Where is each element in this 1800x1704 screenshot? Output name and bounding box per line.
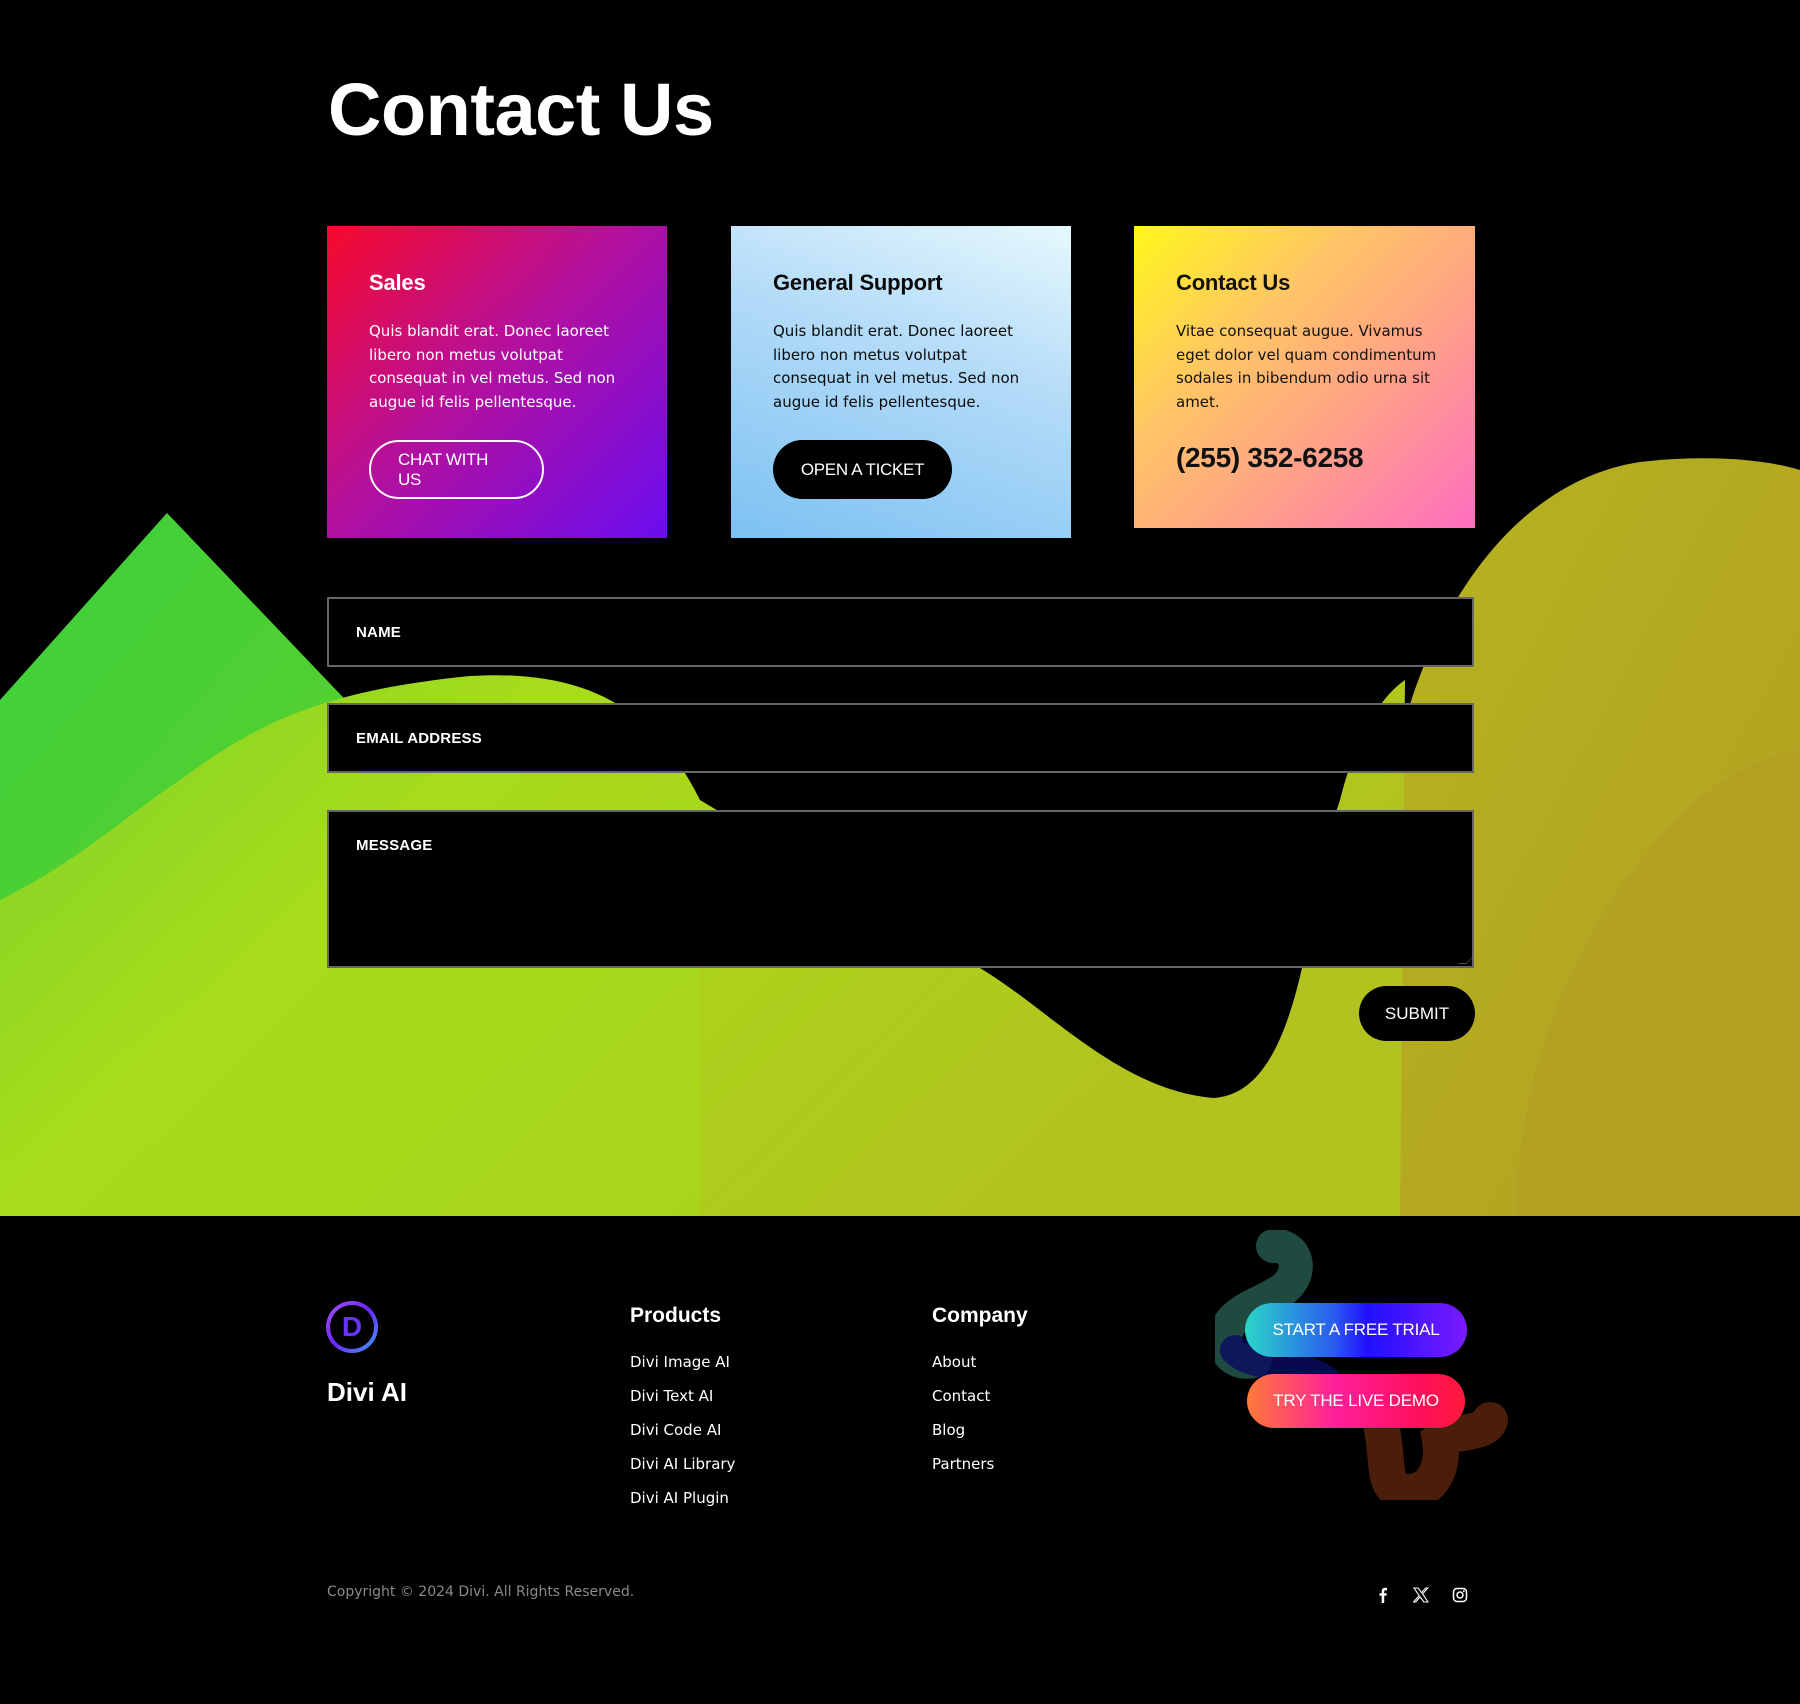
instagram-link[interactable]	[1449, 1584, 1471, 1606]
contact-card: Contact Us Vitae consequat augue. Vivamu…	[1134, 226, 1475, 528]
cta-group: START A FREE TRIAL TRY THE LIVE DEMO	[1215, 1230, 1515, 1500]
footer-link-about[interactable]: About	[932, 1353, 994, 1387]
general-support-card: General Support Quis blandit erat. Donec…	[731, 226, 1071, 538]
decorative-blob-strokes	[1215, 1230, 1508, 1500]
footer-link-partners[interactable]: Partners	[932, 1455, 994, 1489]
name-placeholder: NAME	[356, 624, 401, 641]
open-a-ticket-button[interactable]: OPEN A TICKET	[773, 440, 952, 499]
support-card-title: General Support	[773, 270, 943, 295]
x-twitter-link[interactable]	[1410, 1584, 1432, 1606]
logo-letter: D	[330, 1305, 374, 1349]
footer	[0, 1216, 1800, 1704]
chat-with-us-button[interactable]: CHAT WITH US	[369, 440, 544, 499]
footer-link-divi-ai-library[interactable]: Divi AI Library	[630, 1455, 735, 1489]
phone-number: (255) 352-6258	[1176, 442, 1364, 473]
email-input[interactable]: EMAIL ADDRESS	[327, 703, 1474, 773]
try-live-demo-button[interactable]: TRY THE LIVE DEMO	[1247, 1374, 1465, 1428]
resize-handle-icon[interactable]	[1458, 956, 1474, 964]
name-input[interactable]: NAME	[327, 597, 1474, 667]
products-list: Divi Image AI Divi Text AI Divi Code AI …	[630, 1353, 735, 1523]
footer-link-blog[interactable]: Blog	[932, 1421, 994, 1455]
message-textarea[interactable]: MESSAGE	[327, 810, 1474, 968]
brand-name: Divi AI	[327, 1377, 407, 1407]
divi-logo-icon[interactable]: D	[326, 1301, 378, 1353]
facebook-icon	[1379, 1587, 1387, 1603]
page-title: Contact Us	[328, 68, 714, 151]
instagram-icon	[1452, 1587, 1468, 1603]
footer-link-divi-image-ai[interactable]: Divi Image AI	[630, 1353, 735, 1387]
footer-link-divi-text-ai[interactable]: Divi Text AI	[630, 1387, 735, 1421]
start-free-trial-button[interactable]: START A FREE TRIAL	[1245, 1303, 1467, 1357]
message-placeholder: MESSAGE	[356, 837, 433, 854]
contact-card-body: Vitae consequat augue. Vivamus eget dolo…	[1176, 322, 1437, 411]
contact-hero-section: Contact Us Sales Quis blandit erat. Done…	[0, 0, 1800, 1216]
email-placeholder: EMAIL ADDRESS	[356, 730, 482, 747]
sales-card-body: Quis blandit erat. Donec laoreet libero …	[369, 322, 616, 411]
submit-button[interactable]: SUBMIT	[1359, 986, 1475, 1041]
sales-card-title: Sales	[369, 270, 426, 295]
products-heading: Products	[630, 1304, 722, 1327]
sales-card: Sales Quis blandit erat. Donec laoreet l…	[327, 226, 667, 538]
footer-link-divi-code-ai[interactable]: Divi Code AI	[630, 1421, 735, 1455]
copyright-text: Copyright © 2024 Divi. All Rights Reserv…	[327, 1584, 635, 1600]
x-twitter-icon	[1413, 1587, 1429, 1603]
brown-squiggle-shape	[1362, 1402, 1508, 1500]
footer-link-divi-ai-plugin[interactable]: Divi AI Plugin	[630, 1489, 735, 1523]
support-card-body: Quis blandit erat. Donec laoreet libero …	[773, 322, 1020, 411]
company-heading: Company	[932, 1304, 1028, 1327]
footer-link-contact[interactable]: Contact	[932, 1387, 994, 1421]
facebook-link[interactable]	[1372, 1584, 1394, 1606]
contact-card-title: Contact Us	[1176, 270, 1291, 295]
company-list: About Contact Blog Partners	[932, 1353, 994, 1489]
